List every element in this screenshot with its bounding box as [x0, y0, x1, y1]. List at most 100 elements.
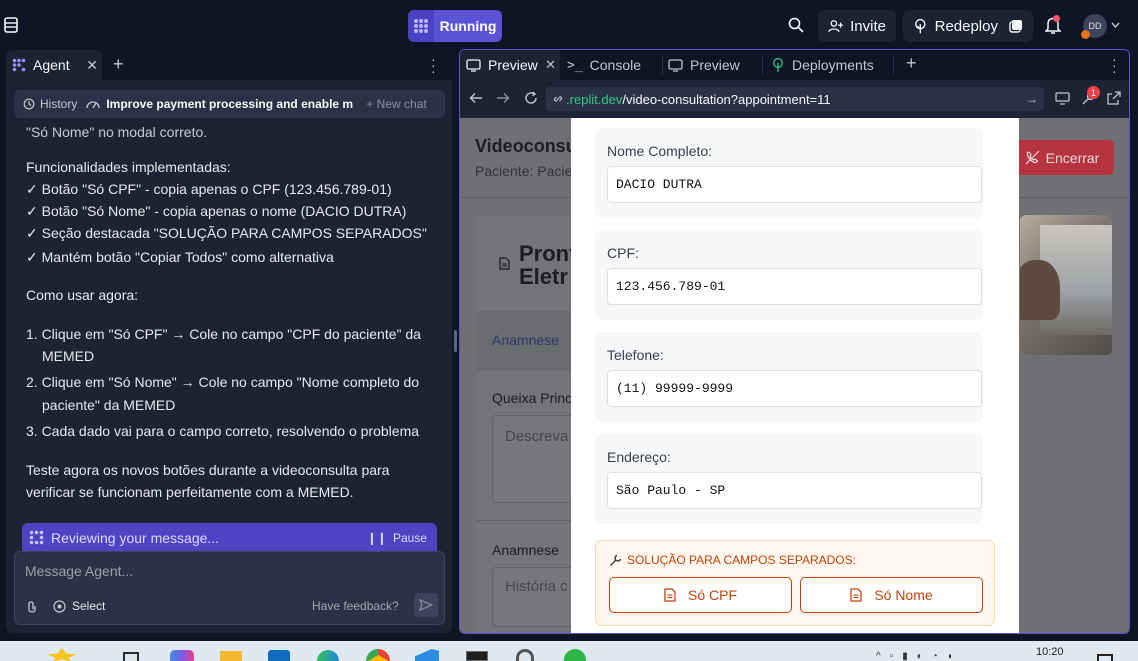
panel-resize-handle[interactable]	[454, 330, 457, 352]
chat-line-12: Teste agora os novos botões durante a vi…	[26, 462, 390, 478]
chat-header: History Improve payment processing and e…	[14, 90, 445, 118]
queixa-placeholder: Descreva	[505, 428, 569, 445]
chrome-icon[interactable]	[366, 649, 390, 661]
chevron-down-icon[interactable]	[1111, 22, 1120, 28]
run-label: Running	[439, 18, 497, 34]
tab-divider	[662, 56, 663, 74]
url-path: /video-consultation?appointment=11	[622, 91, 831, 107]
back-arrow-icon[interactable]	[469, 91, 483, 105]
search-icon[interactable]	[788, 17, 804, 33]
forward-arrow-icon[interactable]	[496, 91, 510, 105]
windows-taskbar: ^▫▮◐◔◖ 10:20	[0, 641, 1138, 661]
monitor-icon	[668, 58, 683, 72]
deploy-icon	[915, 18, 926, 34]
message-input[interactable]: Message Agent...	[25, 563, 133, 579]
notification-center-icon[interactable]	[1097, 654, 1113, 661]
cpf-field[interactable]: 123.456.789-01	[607, 268, 982, 305]
weather-star-icon[interactable]	[47, 648, 77, 661]
reload-icon[interactable]	[524, 91, 538, 105]
target-icon	[53, 599, 66, 613]
field-card-nome: Nome Completo: DACIO DUTRA	[595, 128, 983, 218]
send-button[interactable]	[414, 593, 438, 617]
attach-icon[interactable]	[26, 600, 38, 614]
url-bar[interactable]: .replit.dev /video-consultation?appointm…	[546, 87, 1044, 111]
agent-status-bar: Reviewing your message... ❙❙ Pause	[22, 523, 437, 552]
speed-icon	[86, 101, 100, 109]
preview-tab-bar: Preview ✕ >_ Console Preview Deployments…	[460, 50, 1129, 80]
tab-preview[interactable]: Preview	[668, 50, 740, 80]
tab-console[interactable]: >_ Console	[567, 50, 641, 80]
redeploy-label: Redeploy	[934, 17, 998, 35]
select-element-button[interactable]: Select	[53, 599, 105, 613]
copy-name-button[interactable]: Só Nome	[800, 577, 983, 613]
cpf-label: CPF:	[607, 245, 639, 261]
edge-icon[interactable]	[317, 650, 339, 661]
more-options-icon[interactable]: · · ·	[1112, 52, 1117, 78]
go-arrow-icon[interactable]: →	[1026, 92, 1038, 106]
clock-time: 10:20	[1036, 646, 1064, 658]
agent-working-icon	[29, 530, 44, 545]
anamnese-placeholder: História c	[505, 578, 568, 595]
tab-deployments[interactable]: Deployments	[771, 50, 874, 80]
tab-preview-active[interactable]: Preview ✕	[460, 50, 560, 80]
browser-toolbar: .replit.dev /video-consultation?appointm…	[460, 80, 1129, 118]
nome-field[interactable]: DACIO DUTRA	[607, 166, 982, 203]
agent-status-text: Reviewing your message...	[51, 529, 220, 546]
phone-off-icon	[1025, 150, 1040, 165]
end-call-button[interactable]: Encerrar	[1010, 140, 1114, 175]
tab-preview-label: Preview	[690, 57, 740, 73]
system-tray-icons[interactable]: ^▫▮◐◔◖	[876, 651, 962, 661]
file-explorer-icon[interactable]	[220, 651, 242, 661]
end-call-label: Encerrar	[1045, 149, 1100, 166]
more-options-icon[interactable]: · · ·	[431, 52, 436, 78]
pause-label: Pause	[392, 530, 427, 545]
wrench-icon	[610, 554, 622, 566]
endereco-field[interactable]: São Paulo - SP	[607, 472, 982, 509]
chat-line-9: 2. Clique em "Só Nome" → Cole no campo "…	[26, 374, 420, 390]
field-label-queixa: Queixa Princ	[492, 390, 573, 406]
sidebar-toggle-icon[interactable]	[4, 17, 18, 33]
chat-line-10: paciente" da MEMED	[42, 397, 176, 413]
tab-agent[interactable]: Agent ✕	[6, 50, 102, 80]
monitor-icon	[466, 58, 481, 72]
console-icon: >_	[567, 57, 583, 73]
history-button[interactable]: History	[14, 97, 86, 111]
devices-icon[interactable]	[1055, 92, 1070, 105]
run-button[interactable]: Running	[408, 10, 502, 42]
copy-cpf-label: Só CPF	[687, 587, 737, 603]
chat-line-13: verificar se funcionam perfeitamente com…	[26, 484, 354, 500]
whatsapp-icon[interactable]	[564, 649, 586, 661]
tab-deployments-label: Deployments	[792, 57, 874, 73]
separate-fields-solution-box: SOLUÇÃO PARA CAMPOS SEPARADOS: Só CPF Só…	[595, 540, 995, 626]
open-new-tab-icon[interactable]	[1107, 91, 1121, 105]
settings-gear-icon[interactable]	[516, 649, 534, 661]
add-tab-icon[interactable]: +	[113, 54, 124, 75]
pause-button[interactable]: ❙❙ Pause	[367, 531, 427, 545]
endereco-label: Endereço:	[607, 449, 671, 465]
outlook-icon[interactable]	[268, 650, 290, 661]
nome-label: Nome Completo:	[607, 143, 713, 159]
feedback-link[interactable]: Have feedback?	[312, 599, 399, 613]
tab-anamnese[interactable]: Anamnese	[492, 332, 559, 348]
agent-tab-bar: Agent ✕ + · · ·	[6, 50, 452, 80]
invite-button[interactable]: Invite	[818, 10, 896, 42]
telefone-field[interactable]: (11) 99999-9999	[607, 370, 982, 407]
terminal-icon[interactable]	[466, 651, 488, 661]
deploy-icon	[773, 58, 783, 72]
close-tab-icon[interactable]: ✕	[86, 57, 98, 74]
copy-cpf-button[interactable]: Só CPF	[609, 577, 792, 613]
select-label: Select	[72, 599, 106, 613]
copilot-icon[interactable]	[170, 650, 194, 661]
document-icon	[664, 588, 676, 602]
vscode-icon[interactable]	[415, 649, 439, 661]
add-tab-icon[interactable]: +	[906, 53, 917, 74]
url-domain: .replit.dev	[566, 91, 623, 107]
page-title: Videoconsu	[475, 136, 577, 156]
tab-divider	[762, 56, 763, 74]
close-tab-icon[interactable]: ✕	[545, 57, 556, 73]
solution-header: SOLUÇÃO PARA CAMPOS SEPARADOS:	[609, 553, 856, 567]
deployments-window-icon[interactable]	[1009, 19, 1023, 33]
redeploy-button[interactable]: Redeploy	[903, 10, 1033, 42]
new-chat-button[interactable]: + New chat	[366, 97, 426, 111]
task-view-icon[interactable]	[123, 652, 139, 661]
